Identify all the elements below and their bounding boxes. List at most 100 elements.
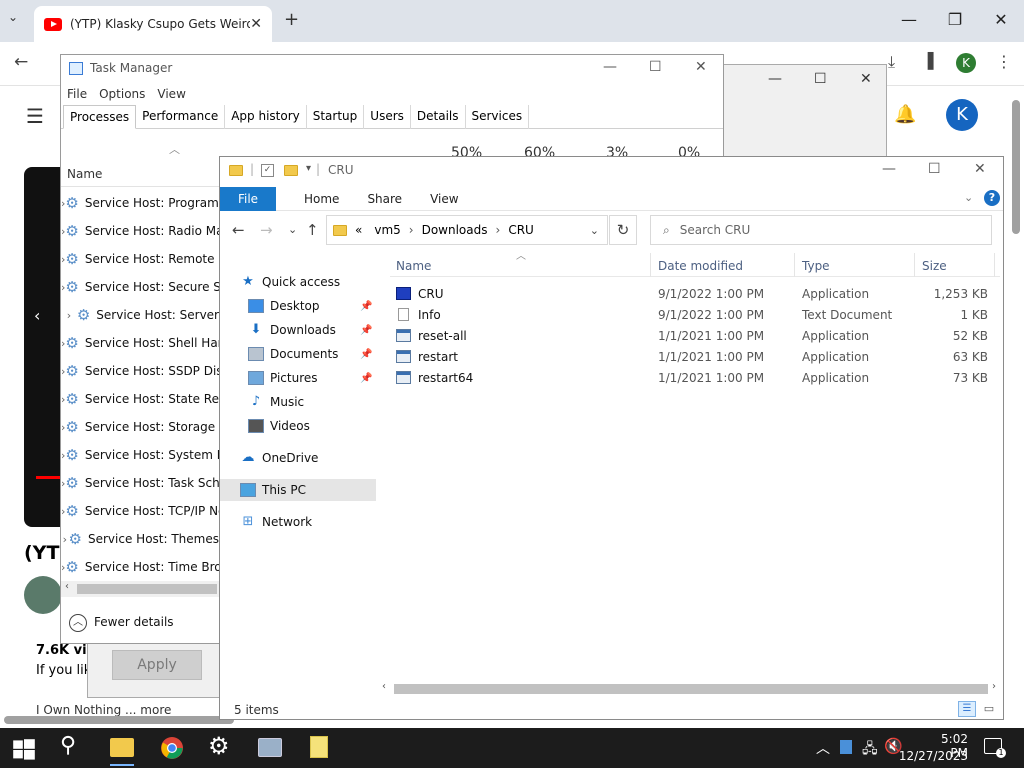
explorer-close-button[interactable]: ✕ — [974, 161, 986, 177]
apply-button[interactable]: Apply — [112, 650, 202, 680]
tab-details[interactable]: Details — [411, 105, 466, 129]
address-part-cru[interactable]: CRU — [508, 223, 534, 237]
tab-users[interactable]: Users — [364, 105, 411, 129]
ribbon-tab-share[interactable]: Share — [367, 192, 402, 206]
dialog-minimize-button[interactable]: — — [768, 71, 782, 87]
tab-search-chevron-icon[interactable]: ⌄ — [8, 10, 18, 24]
chevron-up-circle-icon[interactable]: ︿ — [69, 614, 87, 632]
scroll-right-icon[interactable]: › — [992, 681, 996, 692]
download-icon[interactable]: ⤓ — [888, 52, 895, 72]
task-manager-taskbar-icon[interactable] — [258, 738, 282, 757]
page-scrollbar-thumb[interactable] — [1012, 100, 1020, 234]
tab-app-history[interactable]: App history — [225, 105, 307, 129]
chrome-close-button[interactable]: ✕ — [978, 10, 1024, 29]
youtube-account-avatar[interactable]: K — [946, 99, 978, 131]
explorer-titlebar[interactable]: | ✓ ▾ | CRU — ☐ ✕ — [220, 157, 1003, 185]
column-separator[interactable] — [994, 253, 995, 277]
column-name[interactable]: Name — [396, 259, 431, 273]
task-manager-titlebar[interactable]: Task Manager — ☐ ✕ — [61, 55, 723, 83]
column-name[interactable]: Name — [67, 167, 102, 181]
process-row[interactable]: ›⚙Service Host: SSDP Discovery — [61, 357, 219, 385]
properties-checkbox-icon[interactable]: ✓ — [261, 164, 274, 177]
large-icons-view-icon[interactable]: ▭ — [980, 701, 998, 717]
nav-item-onedrive[interactable]: ☁ OneDrive — [220, 447, 376, 469]
tm-maximize-button[interactable]: ☐ — [649, 59, 662, 75]
pin-icon[interactable]: 📌 — [360, 349, 372, 360]
nav-item-downloads[interactable]: ⬇ Downloads 📌 — [220, 319, 376, 341]
taskbar-date[interactable]: 12/27/2023 — [892, 749, 968, 763]
pin-icon[interactable]: 📌 — [360, 325, 372, 336]
address-chevron-icon[interactable]: › — [409, 223, 414, 237]
column-separator[interactable] — [914, 253, 915, 277]
address-dropdown-icon[interactable]: ⌄ — [590, 224, 599, 237]
pin-icon[interactable]: 📌 — [360, 373, 372, 384]
up-arrow-icon[interactable]: ↑ — [306, 221, 319, 239]
process-row[interactable]: › ⚙ Service Host: Server — [61, 301, 219, 329]
file-row[interactable]: restart64 1/1/2021 1:00 PM Application 73 K… — [390, 368, 1000, 389]
ribbon-expand-chevron-icon[interactable]: ⌄ — [964, 191, 973, 204]
tab-performance[interactable]: Performance — [136, 105, 226, 129]
tm-minimize-button[interactable]: — — [603, 59, 617, 75]
tm-scrollbar-thumb[interactable] — [77, 584, 217, 594]
horizontal-scrollbar-thumb[interactable] — [4, 716, 234, 724]
explorer-horizontal-scrollbar[interactable]: ‹ › — [380, 681, 1002, 697]
dialog-close-button[interactable]: ✕ — [860, 71, 872, 87]
process-row[interactable]: ›⚙Service Host: System Events — [61, 441, 219, 469]
file-row[interactable]: Info 9/1/2022 1:00 PM Text Document 1 KB — [390, 305, 1000, 326]
pin-icon[interactable]: 📌 — [360, 301, 372, 312]
nav-item-music[interactable]: ♪ Music — [220, 391, 376, 413]
tab-services[interactable]: Services — [466, 105, 530, 129]
new-folder-icon[interactable] — [284, 165, 298, 176]
address-bar[interactable]: « vm5 › Downloads › CRU ⌄ — [326, 215, 608, 245]
process-row[interactable]: ›⚙Service Host: Remote Procedure Call — [61, 245, 219, 273]
process-row[interactable]: ›⚙Service Host: Storage Service — [61, 413, 219, 441]
ribbon-tab-view[interactable]: View — [430, 192, 458, 206]
column-size[interactable]: Size — [922, 259, 947, 273]
nav-item-desktop[interactable]: Desktop 📌 — [220, 295, 376, 317]
nav-item-network[interactable]: ⊞ Network — [220, 511, 376, 533]
tab-processes[interactable]: Processes — [63, 105, 137, 129]
channel-avatar[interactable] — [24, 576, 62, 614]
details-view-icon[interactable]: ☰ — [958, 701, 976, 717]
process-row[interactable]: › ⚙ Service Host: Programs — [61, 189, 219, 217]
notepad-taskbar-icon[interactable] — [310, 736, 328, 758]
chrome-profile-avatar[interactable]: K — [956, 53, 976, 73]
tm-horizontal-scrollbar[interactable]: ‹ — [61, 581, 221, 597]
tm-close-button[interactable]: ✕ — [695, 59, 707, 75]
tab-startup[interactable]: Startup — [307, 105, 365, 129]
nav-item-this-pc[interactable]: This PC — [220, 479, 376, 501]
chevron-left-icon[interactable]: ‹ — [34, 306, 40, 325]
chrome-taskbar-icon[interactable] — [160, 736, 184, 760]
file-explorer-taskbar-icon[interactable] — [110, 738, 134, 757]
help-icon[interactable]: ? — [984, 190, 1000, 206]
nav-item-quick-access[interactable]: ★ Quick access — [220, 271, 376, 293]
explorer-minimize-button[interactable]: — — [882, 161, 896, 177]
dialog-maximize-button[interactable]: ☐ — [814, 71, 827, 87]
address-part-downloads[interactable]: Downloads — [422, 223, 488, 237]
back-arrow-icon[interactable]: ← — [232, 221, 245, 239]
address-overflow[interactable]: « — [355, 223, 362, 237]
column-type[interactable]: Type — [802, 259, 830, 273]
tray-app-icon[interactable] — [840, 740, 852, 754]
ribbon-tab-file[interactable]: File — [220, 186, 276, 211]
fewer-details-link[interactable]: Fewer details — [94, 615, 174, 629]
nav-item-videos[interactable]: Videos — [220, 415, 376, 437]
refresh-icon[interactable]: ↻ — [609, 215, 637, 245]
qat-dropdown-icon[interactable]: ▾ — [306, 163, 311, 174]
scroll-left-icon[interactable]: ‹ — [382, 681, 386, 692]
nav-item-pictures[interactable]: Pictures 📌 — [220, 367, 376, 389]
file-row[interactable]: CRU 9/1/2022 1:00 PM Application 1,253 KB — [390, 284, 1000, 305]
tm-menu-file[interactable]: File — [67, 87, 87, 101]
close-tab-icon[interactable]: ✕ — [250, 16, 262, 32]
process-row[interactable]: ›⚙Service Host: State Repository — [61, 385, 219, 413]
notifications-bell-icon[interactable]: 🔔 — [894, 104, 916, 125]
settings-gear-icon[interactable]: ⚙ — [208, 732, 230, 760]
tm-menu-options[interactable]: Options — [99, 87, 145, 101]
tm-menu-view[interactable]: View — [157, 87, 185, 101]
nav-item-documents[interactable]: Documents 📌 — [220, 343, 376, 365]
file-row[interactable]: restart 1/1/2021 1:00 PM Application 63 KB — [390, 347, 1000, 368]
process-row[interactable]: ›⚙Service Host: Time Broker — [61, 553, 219, 579]
column-date-modified[interactable]: Date modified — [658, 259, 743, 273]
column-separator[interactable] — [650, 253, 651, 277]
chrome-menu-icon[interactable]: ⋮ — [996, 52, 1012, 71]
